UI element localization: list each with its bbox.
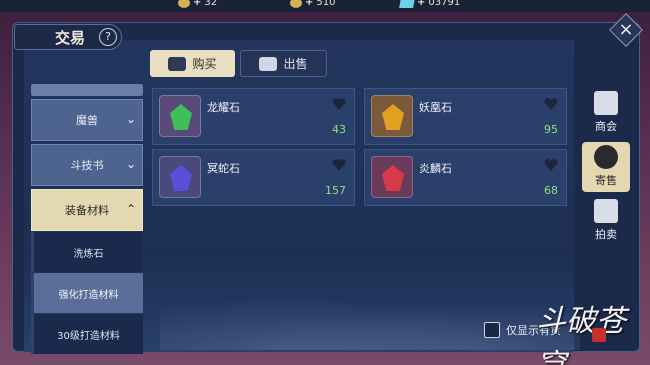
logo-text: 斗破苍穹 — [536, 304, 626, 365]
subitem-label: 洗炼石 — [73, 248, 104, 260]
heart-icon[interactable] — [332, 95, 346, 110]
subitem-level30-materials[interactable]: 30级打造材料 — [31, 314, 143, 354]
gem-shape — [382, 104, 404, 130]
nav-label: 寄售 — [595, 174, 617, 187]
sidebar-item-label: 装备材料 — [65, 204, 109, 217]
game-logo: 斗破苍穹 — [536, 296, 646, 365]
list-item[interactable]: 冥蛇石 157 — [152, 149, 355, 206]
item-count: 157 — [325, 184, 346, 197]
nav-consign[interactable]: 寄售 — [582, 142, 630, 192]
nav-label: 商会 — [595, 120, 617, 133]
title-tab: 交易 ? — [14, 24, 122, 50]
sidebar-item-label: 斗技书 — [70, 159, 104, 172]
list-item[interactable]: 妖凰石 95 — [364, 88, 567, 145]
tab-sell-label: 出售 — [283, 57, 308, 71]
help-icon[interactable]: ? — [99, 28, 117, 46]
buy-icon — [168, 56, 187, 71]
resource-1-value: 32 — [204, 0, 218, 8]
list-item[interactable]: 龙耀石 43 — [152, 88, 355, 145]
plus-icon[interactable]: + — [417, 0, 425, 8]
subitem-refine-stone[interactable]: 洗炼石 — [31, 232, 143, 272]
nav-label: 拍卖 — [595, 228, 617, 241]
gem-icon — [399, 0, 415, 8]
tab-buy[interactable]: 购买 — [150, 50, 235, 77]
sell-icon — [259, 56, 278, 71]
chevron-down-icon: ⌄ — [125, 112, 136, 126]
page-title: 交易 — [55, 28, 86, 47]
subitem-label: 强化打造材料 — [58, 289, 119, 301]
nav-auction[interactable]: 拍卖 — [582, 196, 630, 246]
resource-2: + 510 — [290, 0, 335, 8]
sidebar-item-skill-book[interactable]: 斗技书 ⌄ — [31, 144, 143, 186]
sidebar-cap — [31, 84, 143, 96]
resource-3: + 03791 — [399, 0, 461, 8]
item-count: 95 — [544, 123, 558, 136]
item-name: 炎麟石 — [419, 162, 452, 175]
coin-pouch-icon — [594, 145, 618, 169]
item-name: 妖凰石 — [419, 101, 452, 114]
sidebar-item-monster[interactable]: 魔兽 ⌄ — [31, 99, 143, 141]
chevron-up-icon: ⌃ — [125, 202, 136, 216]
nav-chamber[interactable]: 商会 — [582, 88, 630, 138]
gem-shape — [170, 165, 192, 191]
item-name: 龙耀石 — [207, 101, 240, 114]
chevron-down-icon: ⌄ — [125, 157, 136, 171]
checkbox[interactable] — [484, 322, 500, 338]
category-sidebar: 魔兽 ⌄ 斗技书 ⌄ 装备材料 ⌃ 洗炼石 强化打造材料 30级打造材料 — [31, 84, 143, 354]
item-name: 冥蛇石 — [207, 162, 240, 175]
seal-icon — [592, 328, 606, 342]
coin-icon — [178, 0, 190, 8]
gem-shape — [170, 104, 192, 130]
coin-icon — [290, 0, 302, 8]
resource-1: + 32 — [178, 0, 217, 8]
right-nav: 商会 寄售 拍卖 — [582, 88, 630, 250]
dragon-stone-icon — [159, 95, 201, 137]
flame-stone-icon — [371, 156, 413, 198]
close-icon: × — [618, 19, 634, 40]
heart-icon[interactable] — [332, 156, 346, 171]
serpent-stone-icon — [159, 156, 201, 198]
abacus-icon — [594, 91, 618, 115]
item-count: 43 — [332, 123, 346, 136]
resource-2-value: 510 — [316, 0, 336, 8]
heart-icon[interactable] — [544, 156, 558, 171]
subitem-label: 30级打造材料 — [57, 330, 120, 342]
plus-icon[interactable]: + — [193, 0, 201, 8]
tab-buy-label: 购买 — [192, 57, 217, 71]
mountain-decoration — [160, 290, 580, 350]
tab-sell[interactable]: 出售 — [240, 50, 327, 77]
plus-icon[interactable]: + — [305, 0, 313, 8]
sidebar-item-label: 魔兽 — [76, 114, 98, 127]
resource-bar: + 32 + 510 + 03791 — [0, 0, 650, 12]
gem-shape — [382, 165, 404, 191]
resource-3-value: 03791 — [428, 0, 461, 8]
subitem-enhance-materials[interactable]: 强化打造材料 — [31, 273, 143, 313]
heart-icon[interactable] — [544, 95, 558, 110]
gavel-icon — [594, 199, 618, 223]
list-item[interactable]: 炎麟石 68 — [364, 149, 567, 206]
item-count: 68 — [544, 184, 558, 197]
phoenix-stone-icon — [371, 95, 413, 137]
sidebar-item-equipment-materials[interactable]: 装备材料 ⌃ — [31, 189, 143, 231]
